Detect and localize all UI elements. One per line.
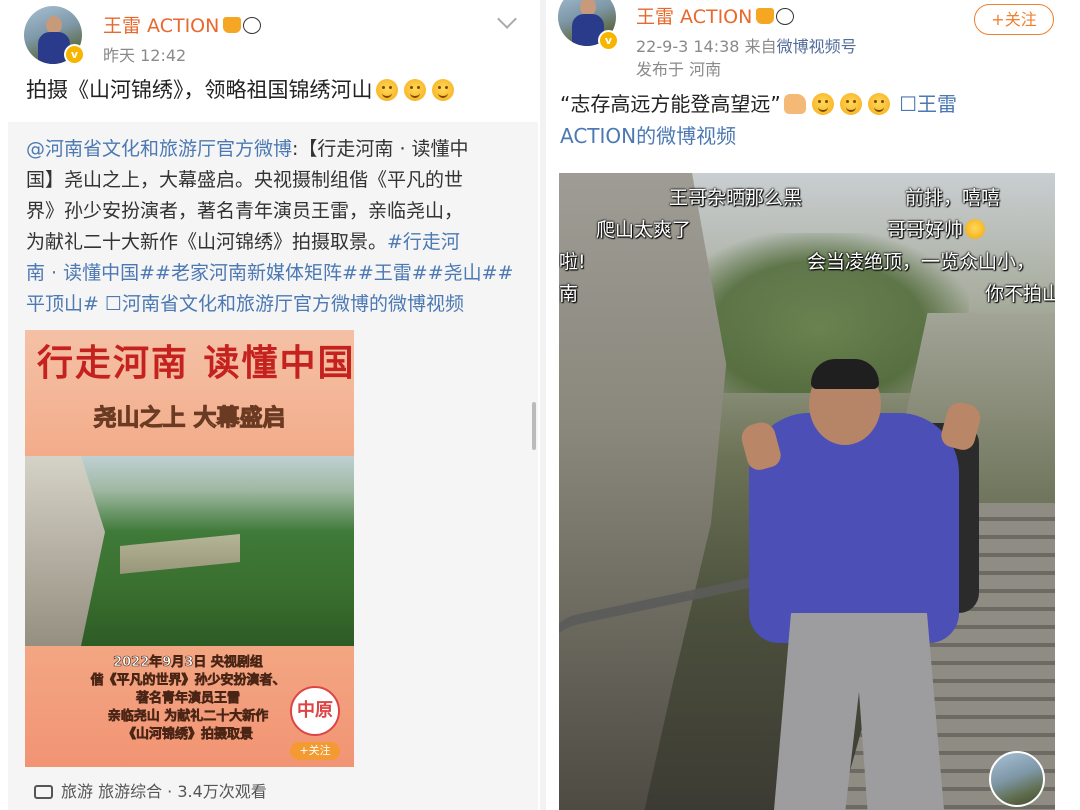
- crying-emoji-icon: [965, 219, 986, 239]
- repost-text-line: 平顶山# ☐河南省文化和旅游厅官方微博的微博视频: [26, 289, 530, 320]
- video-link-cont[interactable]: ACTION的微博视频: [560, 120, 736, 152]
- video-link[interactable]: ☐王雷: [899, 92, 957, 116]
- post-meta: 22-9-3 14:38 来自微博视频号: [636, 37, 857, 56]
- right-post: v 王雷 ACTION 22-9-3 14:38 来自微博视频号 发布于 河南 …: [546, 0, 1080, 810]
- repost-text-line: @河南省文化和旅游厅官方微博:【行走河南 · 读懂中: [26, 134, 530, 165]
- danmu-comment: 哥哥好帅: [887, 215, 986, 242]
- repost-text-line: 界》孙少安扮演者，著名青年演员王雷，亲临尧山，: [26, 196, 530, 227]
- zhongyuan-seal-logo: 中原: [290, 686, 340, 736]
- video-footer: 旅游 旅游综合 · 3.4万次观看: [34, 778, 267, 802]
- repost-text-line: 南 · 读懂中国##老家河南新媒体矩阵##王雷##尧山##: [26, 258, 530, 289]
- follow-button[interactable]: +关注: [974, 4, 1054, 35]
- danmu-comment: 你不拍山: [985, 283, 1055, 305]
- smile-emoji-icon: [867, 93, 890, 115]
- thumbnail-title: 行走河南 读懂中国: [37, 342, 354, 384]
- crown-emoji-icon: [756, 8, 775, 24]
- repost-text-segment: 为献礼二十大新作《山河锦绣》拍摄取景。: [26, 231, 388, 253]
- smile-emoji-icon: [431, 79, 454, 101]
- thumbnail-subtitle: 尧山之上 大幕盛启: [93, 405, 286, 432]
- verified-badge-icon: v: [64, 44, 85, 65]
- danmu-comment: 啦!: [559, 251, 586, 273]
- smile-emoji-icon: [403, 79, 426, 101]
- danmu-comment: 南: [559, 283, 579, 305]
- smile-emoji-icon: [811, 93, 834, 115]
- source-link[interactable]: 微博视频号: [777, 37, 857, 56]
- smile-emoji-icon: [839, 93, 862, 115]
- danmu-comment: 王哥杂晒那么黑: [669, 187, 803, 209]
- repost-link[interactable]: @河南省文化和旅游厅官方微博: [26, 138, 292, 160]
- repost-link[interactable]: #行走河: [387, 231, 460, 253]
- panda-emoji-icon: [776, 8, 795, 25]
- repost-text: @河南省文化和旅游厅官方微博:【行走河南 · 读懂中国】尧山之上，大幕盛启。央视…: [26, 134, 530, 320]
- danmu-comment: 爬山太爽了: [596, 219, 692, 241]
- video-icon: [34, 785, 53, 799]
- chevron-down-icon[interactable]: [497, 9, 517, 29]
- repost-text-segment: 界》孙少安扮演者，著名青年演员王雷，亲临尧山，: [26, 200, 464, 222]
- scrollbar[interactable]: [532, 402, 536, 450]
- repost-text-line: 国】尧山之上，大幕盛启。央视摄制组偕《平凡的世: [26, 165, 530, 196]
- repost-link[interactable]: 南 · 读懂中国##老家河南新媒体矩阵##王雷##尧山##: [26, 262, 513, 284]
- repost-link[interactable]: ☐河南省文化和旅游厅官方微博的微博视频: [105, 293, 464, 315]
- video-player[interactable]: 王哥杂晒那么黑 前排，嘻嘻 爬山太爽了 哥哥好帅 啦! 会当凌绝顶，一览众山小，…: [559, 173, 1055, 810]
- author-mini-avatar[interactable]: [989, 751, 1045, 807]
- crown-emoji-icon: [223, 17, 242, 33]
- danmu-comment: 会当凌绝顶，一览众山小，: [807, 251, 1036, 273]
- thumbnail-follow-button[interactable]: +关注: [290, 742, 340, 760]
- mountain-photo: [25, 456, 354, 646]
- post-text: “志存高远方能登高望远” ☐王雷: [560, 92, 958, 116]
- post-text: 拍摄《山河锦绣》，领略祖国锦绣河山: [26, 74, 457, 106]
- verified-badge-icon: v: [598, 30, 619, 51]
- repost-text-segment: :【行走河南 · 读懂中: [292, 138, 469, 160]
- post-location: 发布于 河南: [636, 60, 722, 79]
- panda-emoji-icon: [243, 17, 262, 34]
- repost-link[interactable]: 平顶山#: [26, 293, 99, 315]
- username[interactable]: 王雷 ACTION: [636, 2, 795, 29]
- repost-text-segment: 国】尧山之上，大幕盛启。央视摄制组偕《平凡的世: [26, 169, 464, 191]
- repost-card[interactable]: @河南省文化和旅游厅官方微博:【行走河南 · 读懂中国】尧山之上，大幕盛启。央视…: [8, 122, 538, 810]
- danmu-comment: 前排，嘻嘻: [905, 187, 1001, 209]
- thumbnail-caption: 2022年9月3日 央视剧组 偕《平凡的世界》孙少安扮演者、 著名青年演员王雷 …: [90, 655, 286, 743]
- left-post: v 王雷 ACTION 昨天 12:42 拍摄《山河锦绣》，领略祖国锦绣河山 @…: [0, 0, 540, 810]
- repost-text-line: 为献礼二十大新作《山河锦绣》拍摄取景。#行走河: [26, 227, 530, 258]
- username[interactable]: 王雷 ACTION: [103, 11, 262, 38]
- smile-emoji-icon: [375, 79, 398, 101]
- fist-emoji-icon: [783, 94, 806, 114]
- post-time: 昨天 12:42: [103, 46, 187, 65]
- video-thumbnail[interactable]: 行走河南 读懂中国 尧山之上 大幕盛启 2022年9月3日 央视剧组 偕《平凡的…: [25, 330, 354, 767]
